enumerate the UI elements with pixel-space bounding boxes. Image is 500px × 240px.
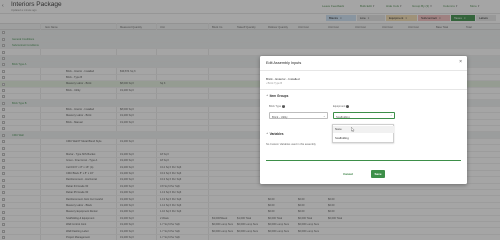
equipment-select[interactable]: Scaffolding ⌃ — [333, 112, 395, 119]
brick-type-label: Brick Type? — [269, 105, 286, 109]
footer-divider — [266, 160, 461, 161]
equipment-dropdown-menu: None Scaffolding — [332, 124, 394, 143]
equipment-label: Equipment? — [333, 105, 350, 109]
close-icon[interactable]: × — [459, 60, 462, 65]
item-subtitle: ▪ Brick Type B — [266, 82, 283, 85]
dialog-title: Edit Assembly Inputs — [266, 61, 302, 65]
variables-section-header[interactable]: ⌃ Variables — [266, 132, 284, 136]
divider — [260, 89, 467, 90]
edit-assembly-inputs-dialog: Edit Assembly Inputs × Brick - Exterior … — [260, 56, 467, 184]
brick-type-select[interactable]: Brick - Utility ⌄ — [269, 112, 328, 119]
dropdown-option-scaffolding[interactable]: Scaffolding — [333, 135, 394, 142]
chevron-up-icon: ⌃ — [389, 114, 393, 118]
save-button[interactable]: Save — [371, 170, 385, 178]
help-icon[interactable]: ? — [346, 105, 350, 108]
cancel-button[interactable]: Cancel — [341, 170, 355, 178]
variables-note: No Custom Variables used in this assembl… — [266, 143, 316, 146]
item-title: Brick - Exterior - Installed — [266, 77, 300, 81]
dropdown-option-none[interactable]: None — [333, 126, 394, 133]
help-icon[interactable]: ? — [282, 105, 286, 108]
chevron-down-icon: ⌄ — [322, 114, 326, 118]
mouse-pointer-icon — [351, 127, 355, 132]
item-groups-section-header[interactable]: ⌃ Item Groups — [266, 94, 288, 98]
divider — [260, 70, 467, 71]
